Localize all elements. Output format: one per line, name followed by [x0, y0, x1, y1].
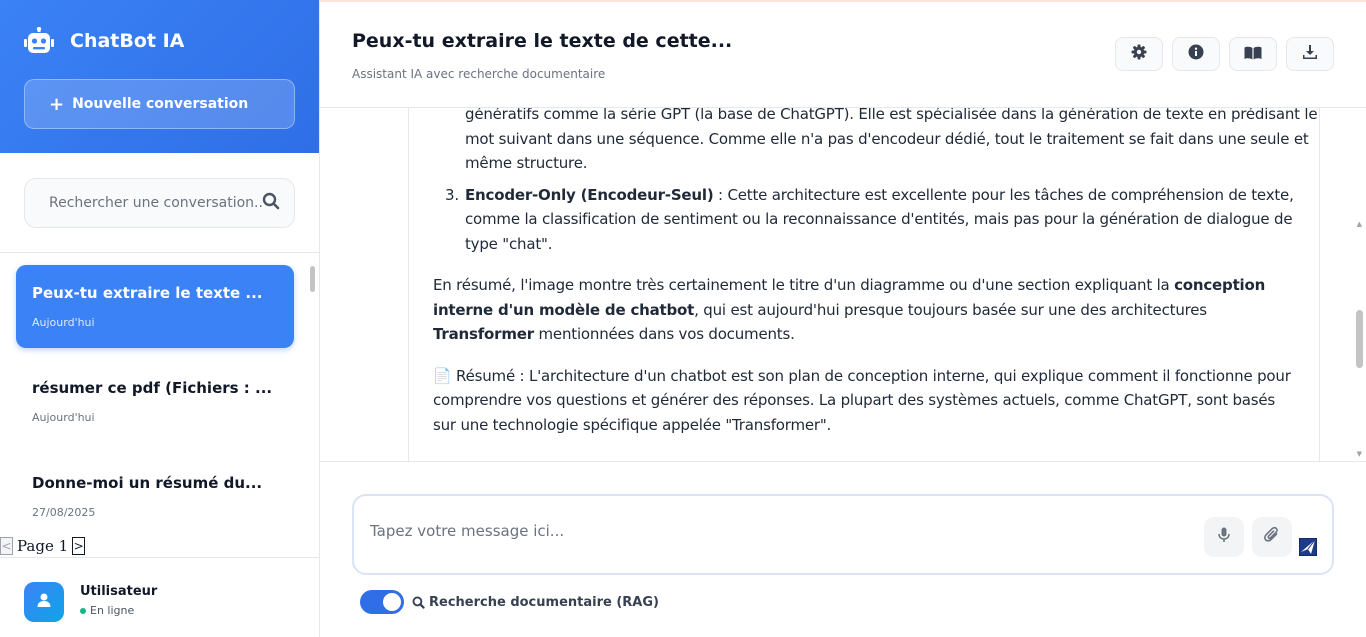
conversation-search	[0, 153, 319, 253]
search-input[interactable]	[49, 195, 262, 211]
conversation-item[interactable]: résumer ce pdf (Fichiers : ... Aujourd'h…	[16, 360, 294, 443]
page-indicator: Page 1	[17, 537, 69, 555]
list-item-line: mot suivant dans une séquence. Comme ell…	[465, 129, 1309, 148]
scroll-down-arrow[interactable]: ▼	[1357, 450, 1362, 458]
list-item-line: même structure.	[465, 154, 588, 172]
download-button[interactable]	[1286, 37, 1334, 71]
robot-icon	[24, 26, 54, 55]
sidebar-header: ChatBot IA + Nouvelle conversation	[0, 0, 319, 153]
list-item-line: génératifs comme la série GPT (la base d…	[465, 108, 1318, 123]
search-box	[24, 178, 295, 228]
document-icon: 📄	[433, 366, 452, 385]
assistant-message: génératifs comme la série GPT (la base d…	[408, 108, 1320, 461]
user-status: En ligne	[80, 604, 157, 617]
message-composer	[352, 494, 1334, 575]
summary-text: En résumé, l'image montre très certainem…	[433, 276, 1175, 294]
list-item: 3. Encoder-Only (Encodeur-Seul) : Cette …	[445, 183, 1295, 257]
rag-label-text: Recherche documentaire (RAG)	[429, 594, 659, 610]
settings-button[interactable]	[1115, 37, 1163, 71]
sidebar-scrollbar[interactable]	[310, 266, 315, 292]
resume-text: Résumé : L'architecture d'un chatbot est…	[433, 366, 1291, 434]
attach-file-button[interactable]	[1252, 517, 1292, 557]
app-title: ChatBot IA	[70, 30, 185, 52]
header-actions	[1115, 37, 1334, 71]
book-icon	[1244, 45, 1262, 64]
gear-icon	[1131, 44, 1147, 64]
online-status-dot	[80, 607, 86, 614]
paperclip-icon	[1264, 526, 1280, 548]
previous-page-button[interactable]: <	[0, 537, 13, 555]
toggle-knob	[383, 593, 401, 611]
list-item-heading: Encoder-Only (Encodeur-Seul)	[465, 185, 714, 204]
message-area: génératifs comme la série GPT (la base d…	[320, 108, 1366, 462]
user-status-text: En ligne	[90, 604, 135, 617]
conversation-list: Peux-tu extraire le texte ... Aujourd'hu…	[0, 253, 320, 533]
send-icon[interactable]	[1298, 537, 1318, 557]
user-profile: Utilisateur En ligne	[0, 557, 320, 637]
summary-emphasis: Transformer	[433, 325, 534, 343]
search-icon	[412, 596, 425, 609]
user-name: Utilisateur	[80, 584, 158, 599]
next-page-button[interactable]: >	[72, 537, 86, 555]
chat-header: Peux-tu extraire le texte de cette... As…	[320, 0, 1366, 108]
message-list: génératifs comme la série GPT (la base d…	[433, 108, 1318, 257]
list-item: génératifs comme la série GPT (la base d…	[465, 108, 1318, 176]
rag-toggle-row: Recherche documentaire (RAG)	[360, 590, 659, 614]
info-icon	[1188, 44, 1204, 64]
documentation-button[interactable]	[1229, 37, 1277, 71]
new-conversation-label: Nouvelle conversation	[72, 96, 249, 112]
new-conversation-button[interactable]: + Nouvelle conversation	[24, 79, 295, 129]
download-icon	[1302, 44, 1318, 64]
sidebar: ChatBot IA + Nouvelle conversation Peux-…	[0, 0, 320, 637]
summary-paragraph: En résumé, l'image montre très certainem…	[433, 273, 1295, 347]
conversation-date: 27/08/2025	[32, 506, 96, 519]
avatar[interactable]	[24, 582, 64, 622]
chat-panel: Peux-tu extraire le texte de cette... As…	[320, 0, 1366, 637]
pagination: < Page 1 >	[0, 535, 86, 557]
conversation-item[interactable]: Peux-tu extraire le texte ... Aujourd'hu…	[16, 265, 294, 348]
info-button[interactable]	[1172, 37, 1220, 71]
summary-text: mentionnées dans vos documents.	[533, 325, 795, 343]
resume-paragraph: 📄 Résumé : L'architecture d'un chatbot e…	[433, 364, 1295, 438]
list-number: 3.	[445, 185, 459, 204]
user-info: Utilisateur En ligne	[80, 584, 157, 637]
conversation-title: Peux-tu extraire le texte ...	[32, 284, 263, 302]
rag-toggle[interactable]	[360, 590, 404, 614]
message-scrollbar[interactable]	[1356, 310, 1363, 368]
message-content: génératifs comme la série GPT (la base d…	[433, 108, 1318, 438]
plus-icon: +	[49, 93, 65, 115]
conversation-date: Aujourd'hui	[32, 316, 95, 329]
scroll-up-arrow[interactable]: ▲	[1357, 220, 1362, 228]
conversation-title: résumer ce pdf (Fichiers : ...	[32, 379, 273, 397]
conversation-title: Donne-moi un résumé du...	[32, 474, 263, 492]
summary-text: , qui est aujourd'hui presque toujours b…	[694, 300, 1207, 319]
conversation-date: Aujourd'hui	[32, 411, 95, 424]
user-icon	[36, 592, 52, 612]
voice-input-button[interactable]	[1204, 517, 1244, 557]
conversation-item[interactable]: Donne-moi un résumé du... 27/08/2025	[16, 455, 294, 533]
rag-label: Recherche documentaire (RAG)	[412, 595, 659, 610]
message-input[interactable]	[370, 522, 1170, 540]
search-icon[interactable]	[262, 192, 280, 214]
microphone-icon	[1218, 527, 1230, 547]
brand: ChatBot IA	[24, 24, 295, 58]
